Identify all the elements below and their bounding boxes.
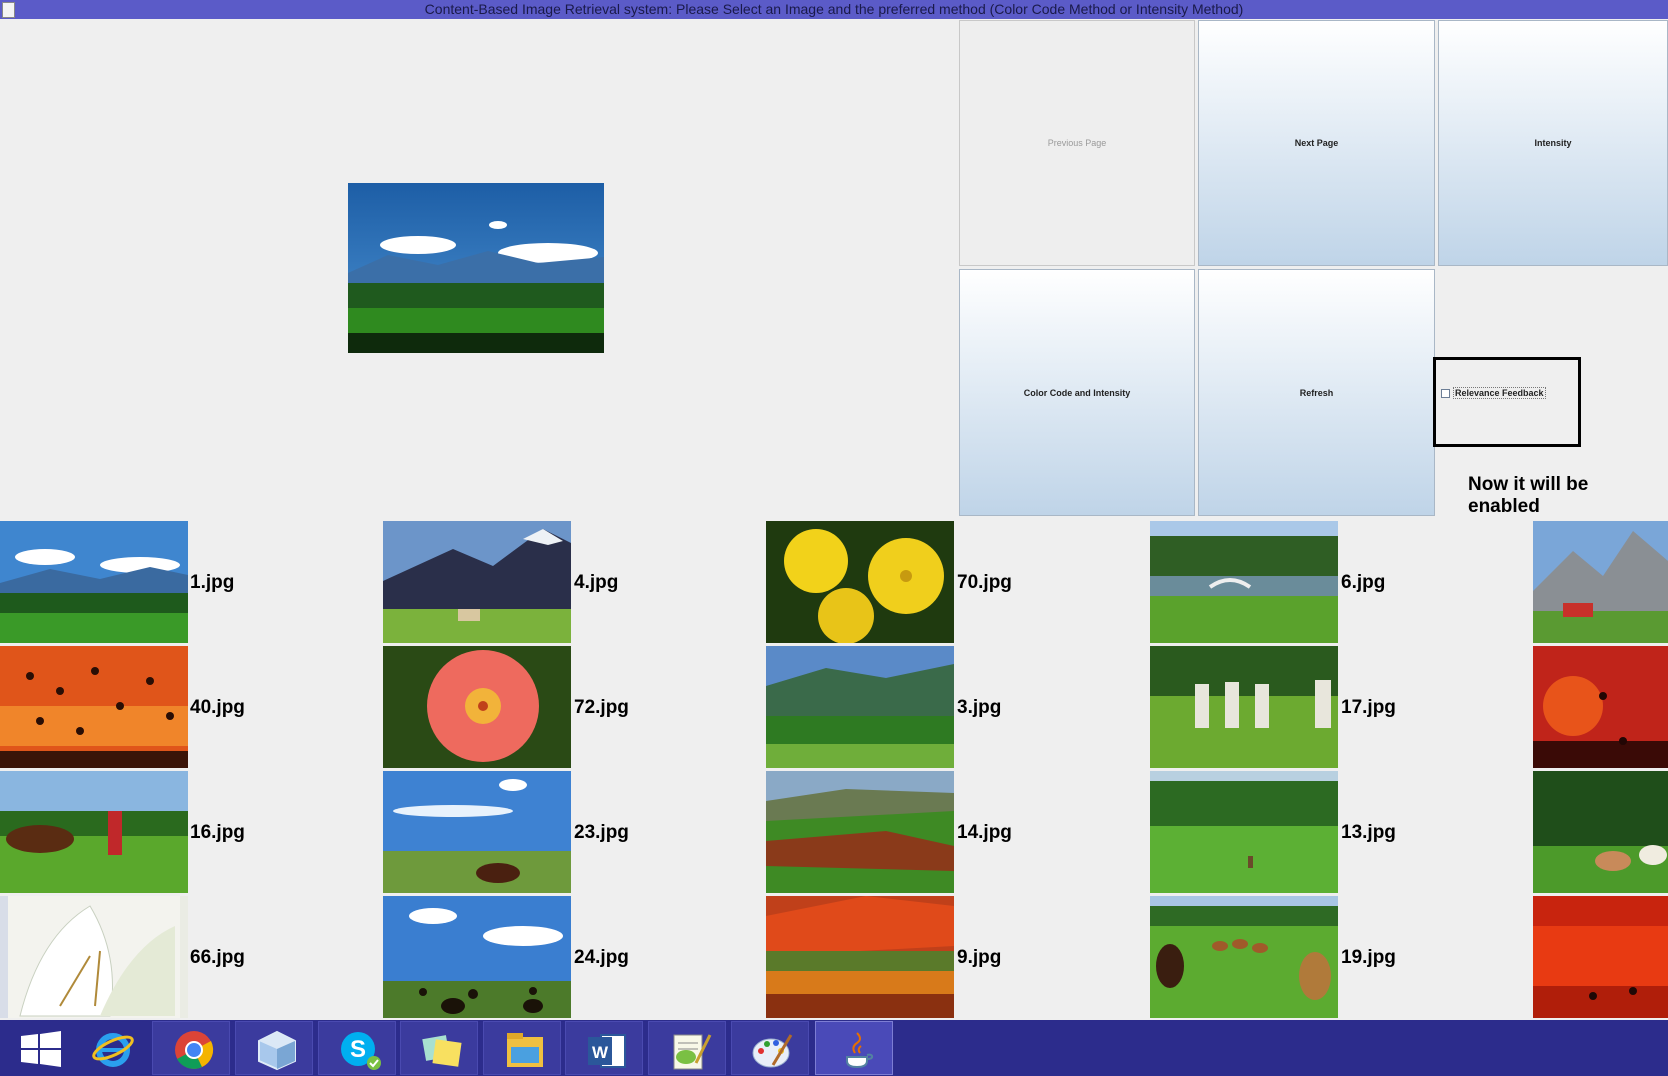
result-label: 66.jpg <box>190 947 245 968</box>
result-thumbnail[interactable] <box>1150 521 1338 643</box>
result-thumbnail[interactable] <box>1150 896 1338 1018</box>
result-thumbnail[interactable] <box>766 896 954 1018</box>
result-thumbnail[interactable] <box>0 521 188 643</box>
window-title-bar: Content-Based Image Retrieval system: Pl… <box>0 0 1668 19</box>
intensity-button[interactable]: Intensity <box>1438 20 1668 266</box>
relevance-feedback-checkbox[interactable] <box>1441 389 1450 398</box>
annotation-text: Now it will be enabled <box>1468 474 1589 517</box>
result-thumbnail[interactable] <box>1533 896 1668 1018</box>
windows-start-icon[interactable] <box>0 1021 78 1075</box>
chrome-icon[interactable] <box>152 1021 230 1075</box>
word-icon[interactable]: W <box>565 1021 643 1075</box>
virtualbox-icon[interactable] <box>235 1021 313 1075</box>
result-thumbnail[interactable] <box>1150 646 1338 768</box>
result-thumbnail[interactable] <box>0 771 188 893</box>
result-thumbnail[interactable] <box>766 771 954 893</box>
color-code-and-intensity-button[interactable]: Color Code and Intensity <box>959 269 1195 516</box>
result-label: 24.jpg <box>574 947 629 968</box>
result-thumbnail[interactable] <box>1533 646 1668 768</box>
result-label: 13.jpg <box>1341 822 1396 843</box>
result-thumbnail[interactable] <box>0 896 188 1018</box>
result-thumbnail[interactable] <box>383 646 571 768</box>
next-page-button[interactable]: Next Page <box>1198 20 1435 266</box>
notepad-plus-plus-icon[interactable] <box>648 1021 726 1075</box>
java-icon[interactable] <box>815 1021 893 1075</box>
result-thumbnail[interactable] <box>1533 771 1668 893</box>
result-thumbnail[interactable] <box>383 521 571 643</box>
result-thumbnail[interactable] <box>766 646 954 768</box>
result-thumbnail[interactable] <box>1150 771 1338 893</box>
result-label: 4.jpg <box>574 572 619 593</box>
result-label: 19.jpg <box>1341 947 1396 968</box>
svg-text:S: S <box>350 1036 366 1063</box>
window-title: Content-Based Image Retrieval system: Pl… <box>424 1 1244 17</box>
result-label: 14.jpg <box>957 822 1012 843</box>
svg-text:W: W <box>592 1043 609 1062</box>
result-thumbnail[interactable] <box>766 521 954 643</box>
result-label: 70.jpg <box>957 572 1012 593</box>
result-label: 17.jpg <box>1341 697 1396 718</box>
result-label: 16.jpg <box>190 822 245 843</box>
relevance-feedback-label[interactable]: Relevance Feedback <box>1453 387 1546 399</box>
refresh-button[interactable]: Refresh <box>1198 269 1435 516</box>
result-label: 40.jpg <box>190 697 245 718</box>
result-thumbnail[interactable] <box>383 771 571 893</box>
result-label: 3.jpg <box>957 697 1002 718</box>
result-label: 23.jpg <box>574 822 629 843</box>
result-thumbnail[interactable] <box>383 896 571 1018</box>
result-label: 1.jpg <box>190 572 235 593</box>
java-app-icon <box>2 2 15 18</box>
relevance-feedback-highlight-box <box>1433 357 1581 447</box>
file-explorer-icon[interactable] <box>483 1021 561 1075</box>
skype-icon[interactable]: S <box>318 1021 396 1075</box>
sticky-notes-icon[interactable] <box>400 1021 478 1075</box>
internet-explorer-icon[interactable] <box>72 1021 150 1075</box>
result-thumbnail[interactable] <box>1533 521 1668 643</box>
result-label: 9.jpg <box>957 947 1002 968</box>
result-thumbnail[interactable] <box>0 646 188 768</box>
result-label: 6.jpg <box>1341 572 1386 593</box>
paint-icon[interactable] <box>731 1021 809 1075</box>
previous-page-button[interactable]: Previous Page <box>959 20 1195 266</box>
query-image[interactable] <box>348 183 604 353</box>
result-label: 72.jpg <box>574 697 629 718</box>
